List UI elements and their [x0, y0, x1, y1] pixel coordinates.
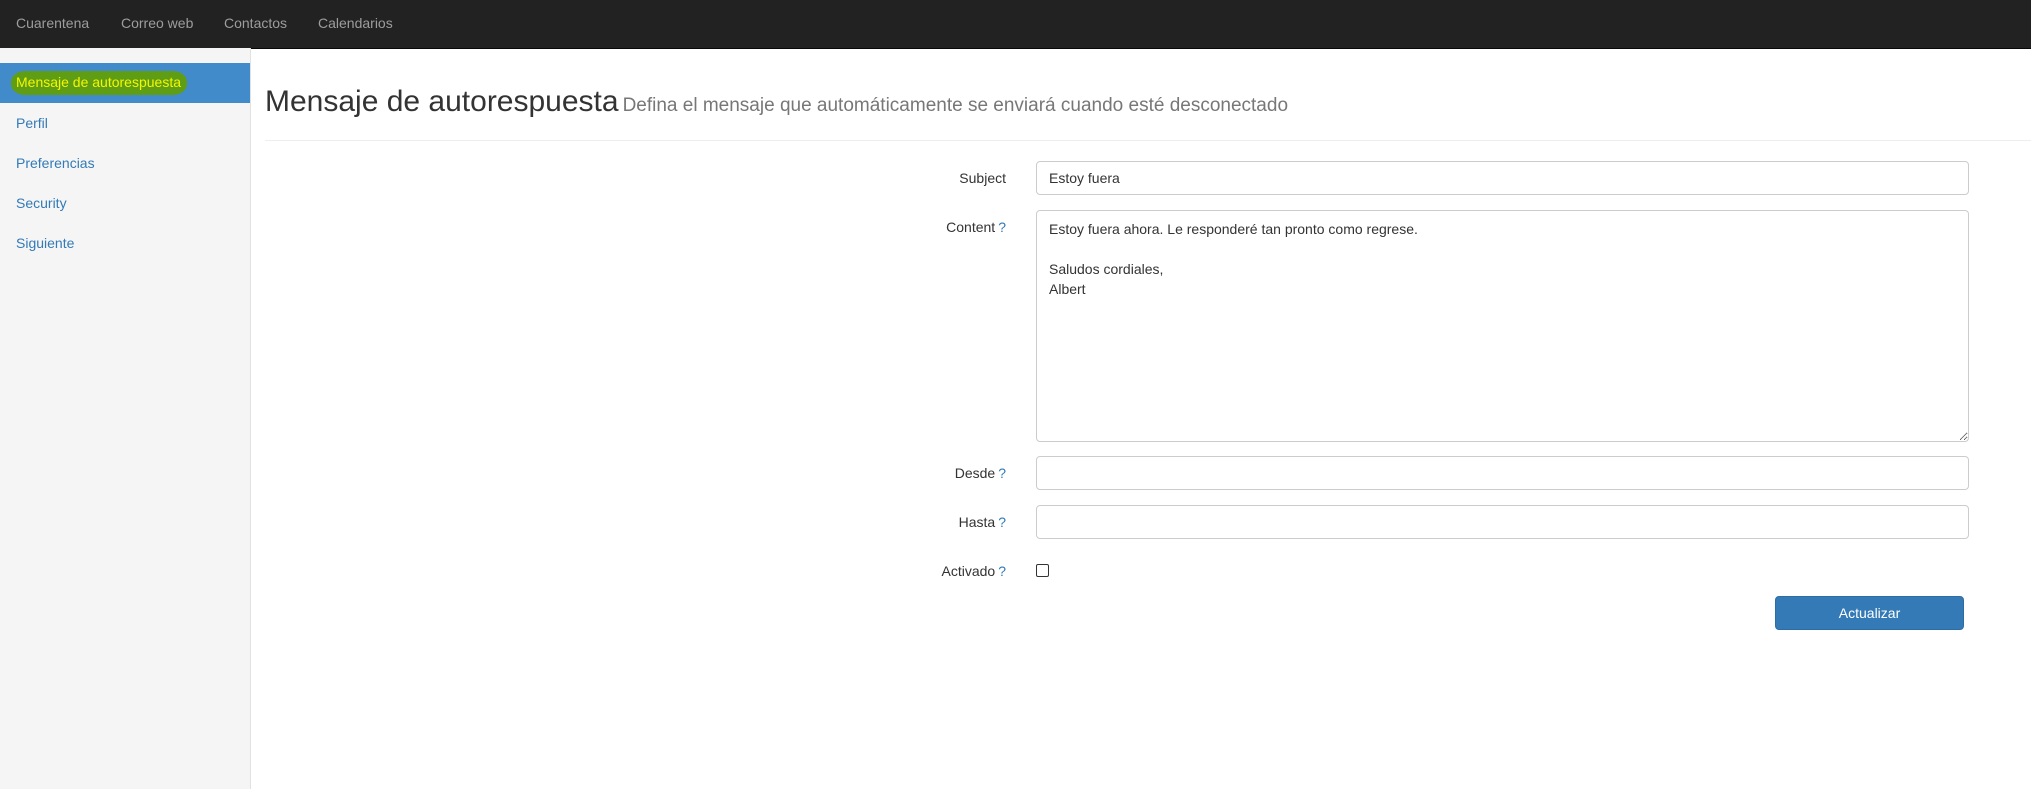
page-header: Mensaje de autorespuesta Defina el mensaj… — [265, 78, 2031, 141]
content-label-text: Content — [946, 219, 996, 235]
sidebar-item-security[interactable]: Security — [0, 183, 250, 223]
sidebar: Mensaje de autorespuesta Perfil Preferen… — [0, 48, 251, 789]
sidebar-item-perfil[interactable]: Perfil — [0, 103, 250, 143]
desde-help-icon[interactable]: ? — [998, 465, 1006, 481]
hasta-help-icon[interactable]: ? — [998, 514, 1006, 530]
sidebar-item-preferencias[interactable]: Preferencias — [0, 143, 250, 183]
sidebar-item-label: Security — [16, 195, 67, 211]
page-title-text: Mensaje de autorespuesta — [265, 85, 619, 118]
desde-label-text: Desde — [954, 465, 996, 481]
activado-help-icon[interactable]: ? — [998, 563, 1006, 579]
subject-label: Subject — [959, 170, 1006, 186]
actualizar-button[interactable]: Actualizar — [1775, 596, 1964, 630]
desde-label: Desde? — [955, 465, 1006, 481]
content-textarea[interactable]: Estoy fuera ahora. Le responderé tan pro… — [1036, 210, 1969, 442]
sidebar-item-label: Mensaje de autorespuesta — [11, 71, 187, 95]
sidebar-item-mensaje-de-autorespuesta[interactable]: Mensaje de autorespuesta — [0, 63, 250, 103]
sidebar-item-label: Preferencias — [16, 155, 95, 171]
nav-item-correo-web[interactable]: Correo web — [121, 15, 193, 31]
sidebar-item-siguiente[interactable]: Siguiente — [0, 223, 250, 263]
hasta-input[interactable] — [1036, 505, 1969, 539]
content-label: Content? — [946, 219, 1006, 235]
content-help-icon[interactable]: ? — [998, 219, 1006, 235]
nav-item-calendarios[interactable]: Calendarios — [318, 15, 393, 31]
page-title: Mensaje de autorespuesta Defina el mensaj… — [265, 85, 1288, 123]
top-navbar: Cuarentena Correo web Contactos Calendar… — [0, 0, 2031, 49]
activado-label-text: Activado — [941, 563, 996, 579]
subject-label-text: Subject — [959, 170, 1006, 186]
activado-checkbox[interactable] — [1036, 564, 1049, 577]
sidebar-item-label: Siguiente — [16, 235, 75, 251]
page-subtitle: Defina el mensaje que automáticamente se… — [622, 95, 1289, 116]
hasta-label-text: Hasta — [958, 514, 996, 530]
activado-label: Activado? — [942, 563, 1007, 579]
hasta-label: Hasta? — [959, 514, 1006, 530]
nav-item-cuarentena[interactable]: Cuarentena — [16, 15, 89, 31]
desde-input[interactable] — [1036, 456, 1969, 490]
subject-input[interactable] — [1036, 161, 1969, 195]
nav-item-contactos[interactable]: Contactos — [224, 15, 287, 31]
sidebar-item-label: Perfil — [16, 115, 48, 131]
